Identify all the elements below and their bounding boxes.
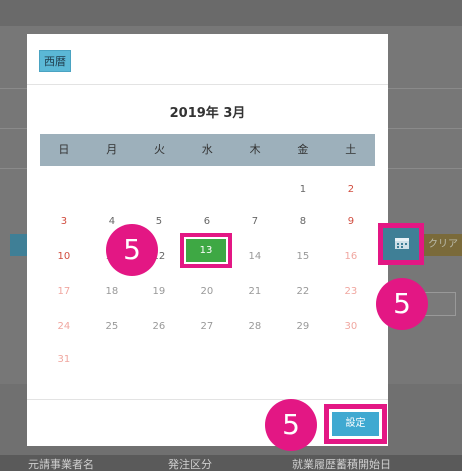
month-title: 2019年 3月 [169, 106, 246, 121]
calendar-day[interactable]: 19 [135, 286, 183, 297]
weekday-sun: 日 [58, 143, 70, 156]
modal-header: 西暦 [27, 34, 388, 85]
calendar-day[interactable]: 8 [279, 216, 327, 227]
background-divider [0, 88, 30, 89]
background-divider [388, 88, 462, 89]
era-toggle-button[interactable]: 西暦 [39, 50, 71, 72]
weekday-mon: 月 [106, 143, 118, 156]
background-calendar-button [10, 234, 28, 256]
calendar-day[interactable]: 30 [327, 321, 375, 332]
selected-day-highlight[interactable]: 13 [180, 233, 232, 268]
weekday-wed: 水 [201, 143, 213, 156]
calendar-button-highlight[interactable] [378, 223, 424, 265]
column-header-history-start: 就業履歴蓄積開始日 [292, 458, 391, 471]
calendar-day[interactable]: 9 [327, 216, 375, 227]
calendar-day-selected[interactable]: 13 [186, 239, 226, 262]
set-button[interactable]: 設定 [332, 412, 379, 436]
calendar-day[interactable]: 14 [231, 251, 279, 262]
calendar-day[interactable]: 27 [183, 321, 231, 332]
modal-footer-divider [27, 399, 388, 400]
set-button-highlight: 設定 [324, 404, 387, 444]
calendar-day[interactable]: 15 [279, 251, 327, 262]
calendar-day[interactable]: 16 [327, 251, 375, 262]
column-header-order-type: 発注区分 [168, 458, 212, 471]
calendar-day[interactable]: 22 [279, 286, 327, 297]
weekday-sat: 土 [345, 143, 357, 156]
background-clear-button: クリア [424, 234, 462, 256]
background-divider [388, 168, 462, 169]
calendar-day[interactable]: 23 [327, 286, 375, 297]
weekday-header: 日 月 火 水 木 金 土 [40, 134, 375, 166]
calendar-day[interactable]: 1 [279, 184, 327, 195]
calendar-day[interactable]: 29 [279, 321, 327, 332]
background-divider [388, 128, 462, 129]
calendar-day[interactable]: 20 [183, 286, 231, 297]
step-badge: 5 [106, 224, 158, 276]
weekday-thu: 木 [249, 143, 261, 156]
column-header-contractor: 元請事業者名 [28, 458, 94, 471]
calendar-day[interactable]: 17 [40, 286, 88, 297]
background-divider [0, 128, 30, 129]
calendar-icon [395, 237, 409, 249]
calendar-day[interactable]: 26 [135, 321, 183, 332]
step-badge: 5 [265, 399, 317, 451]
calendar-day[interactable]: 25 [88, 321, 136, 332]
weekday-fri: 金 [297, 143, 309, 156]
calendar-day[interactable]: 28 [231, 321, 279, 332]
calendar-day[interactable]: 3 [40, 216, 88, 227]
calendar-day[interactable]: 31 [40, 354, 88, 365]
calendar-day[interactable]: 2 [327, 184, 375, 195]
weekday-tue: 火 [153, 143, 165, 156]
calendar-day[interactable]: 10 [40, 251, 88, 262]
calendar-day[interactable]: 18 [88, 286, 136, 297]
calendar-day[interactable]: 6 [183, 216, 231, 227]
calendar-day[interactable]: 7 [231, 216, 279, 227]
background-divider [0, 168, 30, 169]
calendar-day[interactable]: 21 [231, 286, 279, 297]
background-header [0, 0, 462, 26]
calendar-day[interactable]: 24 [40, 321, 88, 332]
step-badge: 5 [376, 278, 428, 330]
